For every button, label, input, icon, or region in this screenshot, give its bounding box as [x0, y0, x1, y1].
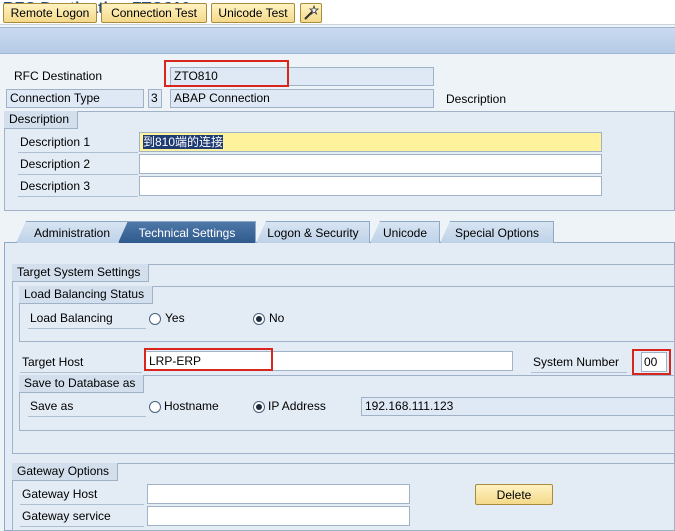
load-balancing-yes-label: Yes [165, 311, 185, 325]
tab-administration[interactable]: Administration [16, 221, 128, 243]
magic-wand-icon[interactable] [300, 3, 322, 23]
save-as-hostname-label: Hostname [164, 399, 219, 413]
save-as-hostname-radio[interactable] [149, 401, 161, 413]
description-2-input[interactable] [139, 154, 602, 174]
system-number-label: System Number [531, 353, 627, 373]
unicode-test-button[interactable]: Unicode Test [211, 3, 295, 23]
load-balancing-yes-radio[interactable] [149, 313, 161, 325]
description-label: Description [446, 92, 507, 106]
target-host-label: Target Host [20, 353, 142, 373]
connection-type-label: Connection Type [10, 91, 100, 105]
gateway-host-label: Gateway Host [20, 485, 144, 505]
ip-address-field: 192.168.111.123 [361, 397, 675, 416]
remote-logon-button[interactable]: Remote Logon [3, 3, 97, 23]
connection-type-value-text: ABAP Connection [174, 91, 270, 105]
highlight-system-number [632, 349, 671, 375]
load-balancing-group-title: Load Balancing Status [19, 286, 154, 304]
load-balancing-no-radio[interactable] [253, 313, 265, 325]
save-as-ip-radio[interactable] [253, 401, 265, 413]
description-3-input[interactable] [139, 176, 602, 196]
load-balancing-label: Load Balancing [28, 309, 146, 329]
gateway-service-input[interactable] [147, 506, 410, 526]
target-system-group-title: Target System Settings [12, 264, 150, 282]
rfc-destination-label: RFC Destination [14, 69, 103, 83]
ip-address-value: 192.168.111.123 [365, 399, 454, 413]
description-1-value: 到810端的连接 [143, 135, 224, 149]
highlight-target-host [144, 348, 273, 371]
save-as-label: Save as [28, 397, 146, 417]
connection-type-value: ABAP Connection [170, 89, 434, 108]
application-toolbar [0, 27, 675, 54]
description-1-label: Description 1 [18, 133, 138, 153]
highlight-rfc-destination [164, 60, 289, 87]
tab-technical-settings[interactable]: Technical Settings [118, 221, 256, 243]
gateway-host-input[interactable] [147, 484, 410, 504]
description-3-label: Description 3 [18, 177, 138, 197]
save-as-ip-label: IP Address [268, 399, 326, 413]
tab-special-options[interactable]: Special Options [440, 221, 554, 243]
load-balancing-no-label: No [269, 311, 285, 325]
description-group-title: Description [4, 111, 79, 129]
description-1-input[interactable]: 到810端的连接 [139, 132, 602, 152]
connection-test-button[interactable]: Connection Test [101, 3, 207, 23]
gateway-group-title: Gateway Options [12, 463, 119, 481]
connection-type-code-text: 3 [151, 91, 158, 105]
tab-unicode[interactable]: Unicode [370, 221, 440, 243]
gateway-service-label: Gateway service [20, 507, 144, 527]
connection-type-label-box: Connection Type [6, 89, 144, 108]
description-2-label: Description 2 [18, 155, 138, 175]
connection-type-code[interactable]: 3 [148, 89, 162, 108]
tab-logon-security[interactable]: Logon & Security [256, 221, 370, 243]
save-database-group-title: Save to Database as [19, 375, 145, 393]
delete-button[interactable]: Delete [475, 484, 553, 505]
